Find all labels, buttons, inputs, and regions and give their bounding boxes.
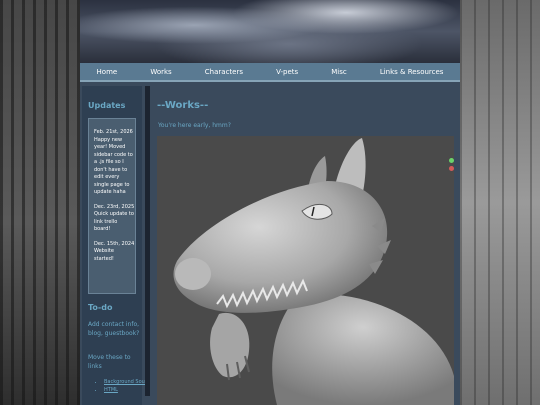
updates-heading: Updates <box>88 101 126 110</box>
update-text: Website started! <box>94 248 114 262</box>
update-date: Dec. 23rd, 2025 <box>94 203 135 210</box>
update-date: Dec. 15th, 2024 <box>94 240 135 247</box>
nav-link-characters[interactable]: Characters <box>205 68 243 76</box>
artwork-render <box>157 136 454 405</box>
nav-link-links-resources[interactable]: Links & Resources <box>380 68 444 76</box>
todo-item: Add contact info, blog, guestbook? <box>88 321 140 337</box>
nav-link-misc[interactable]: Misc <box>331 68 346 76</box>
update-text: Happy new year! Moved sidebar code to a … <box>94 136 133 196</box>
update-entry: Dec. 15th, 2024 Website started! <box>94 241 135 264</box>
update-date: Feb. 21st, 2026 <box>94 129 133 135</box>
nav-link-home[interactable]: Home <box>97 68 118 76</box>
gizmo-red-dot <box>449 166 454 171</box>
todo-item: Move these to links <box>88 354 131 370</box>
page-subtitle: You're here early, hmm? <box>158 122 231 129</box>
updates-box[interactable]: Feb. 21st, 2026 Happy new year! Moved si… <box>88 118 136 294</box>
nav-link-works[interactable]: Works <box>150 68 171 76</box>
header-banner <box>80 0 460 63</box>
todo-link-list: Background Source HTML <box>94 378 153 394</box>
main-navbar: Home Works Characters V-pets Misc Links … <box>80 63 460 82</box>
todo-heading: To-do <box>88 303 113 312</box>
page-title: --Works-- <box>157 100 209 111</box>
3d-dog-model-image <box>157 136 454 405</box>
update-text: Quick update to link trello board! <box>94 211 134 232</box>
gizmo-green-dot <box>449 158 454 163</box>
background-forest-right <box>460 0 540 405</box>
update-entry: Feb. 21st, 2026 Happy new year! Moved si… <box>94 129 135 197</box>
update-entry: Dec. 23rd, 2025 Quick update to link tre… <box>94 204 135 234</box>
nav-link-vpets[interactable]: V-pets <box>276 68 298 76</box>
background-forest-left <box>0 0 80 405</box>
